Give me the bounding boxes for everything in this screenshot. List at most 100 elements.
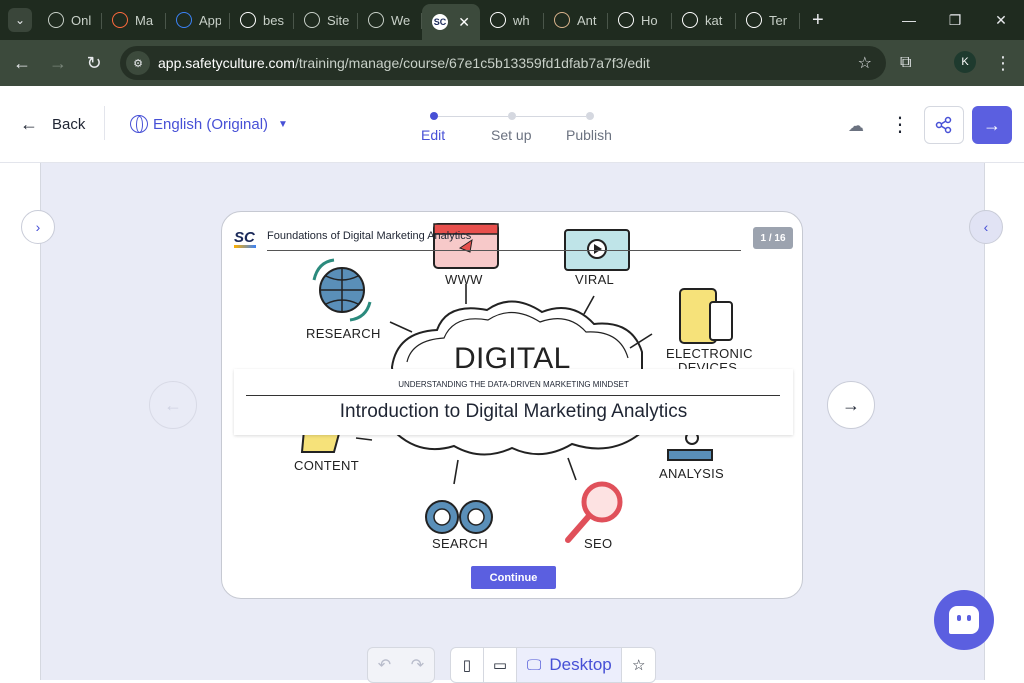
desktop-preview-button[interactable]: 🖵 Desktop xyxy=(517,648,623,682)
browser-tab[interactable]: We xyxy=(358,4,422,36)
page-indicator-badge: 1 / 16 xyxy=(753,227,793,249)
arrow-right-icon: → xyxy=(983,114,1001,135)
previous-slide-button[interactable]: ← xyxy=(149,381,197,429)
tab-title: Ant xyxy=(577,12,597,28)
editor-header: ← Back English (Original) ▼ Edit Set up … xyxy=(0,86,1024,163)
browser-tab[interactable]: SC ✕ xyxy=(422,4,480,40)
undo-redo-group: ↶ ↷ xyxy=(367,647,435,683)
browser-tab[interactable]: Ma xyxy=(102,4,166,36)
step-dot-edit xyxy=(430,112,438,120)
browser-tab[interactable]: App xyxy=(166,4,230,36)
phone-icon: ▯ xyxy=(462,657,471,674)
minimize-button[interactable]: — xyxy=(886,0,932,40)
arrow-left-icon: ← xyxy=(20,114,38,134)
illustration-label: ANALYSIS xyxy=(659,466,725,481)
maximize-button[interactable]: ❐ xyxy=(932,0,978,40)
tab-search-button[interactable]: ⌄ xyxy=(8,8,32,32)
step-dot-publish xyxy=(586,112,594,120)
slide-preview-card[interactable]: WWW VIRAL RESEARCH ELECTRONIC DEVICES DI… xyxy=(221,211,803,599)
browser-tab[interactable]: Ho xyxy=(608,4,672,36)
illustration-label: ELECTRONIC xyxy=(666,346,753,361)
more-options-icon[interactable]: ⋮ xyxy=(890,112,910,137)
browser-tab[interactable]: bes xyxy=(230,4,294,36)
tab-title: Ter xyxy=(769,12,788,28)
profile-avatar[interactable]: K xyxy=(954,51,976,73)
redo-button[interactable]: ↷ xyxy=(401,648,434,682)
tab-title: wh xyxy=(513,12,530,28)
mobile-preview-button[interactable]: ▯ xyxy=(451,648,484,682)
course-title: Foundations of Digital Marketing Analyti… xyxy=(267,230,472,242)
arrow-right-icon: → xyxy=(842,394,860,415)
expand-left-panel-button[interactable]: › xyxy=(21,210,55,244)
illustration-label: VIRAL xyxy=(575,272,615,287)
share-button[interactable] xyxy=(924,106,964,144)
google-favicon-icon xyxy=(490,12,506,28)
expand-right-panel-button[interactable]: ‹ xyxy=(969,210,1003,244)
device-preview-group: ▯ ▭ 🖵 Desktop ☆ xyxy=(450,647,656,683)
browser-tab[interactable]: wh xyxy=(480,4,544,36)
language-selector[interactable]: English (Original) ▼ xyxy=(130,115,288,133)
step-publish[interactable]: Publish xyxy=(566,127,612,143)
cloud-saved-icon: ☁ xyxy=(848,118,864,135)
header-rule xyxy=(267,250,741,251)
browser-tab[interactable]: kat xyxy=(672,4,736,36)
browser-forward-button[interactable]: → xyxy=(42,47,74,79)
tab-title: Site xyxy=(327,12,349,28)
step-setup[interactable]: Set up xyxy=(491,127,531,143)
browser-tab[interactable]: Ant xyxy=(544,4,608,36)
tab-list: Onl Ma App bes Site We SC ✕ wh Ant Ho kat Ter xyxy=(38,0,800,40)
chat-assistant-button[interactable] xyxy=(934,590,994,650)
tab-separator xyxy=(799,13,800,29)
new-tab-button[interactable]: + xyxy=(812,9,832,32)
browser-tab-strip: ⌄ Onl Ma App bes Site We SC ✕ wh Ant Ho kat Ter + — … xyxy=(0,0,1024,40)
next-slide-button[interactable]: → xyxy=(827,381,875,429)
close-tab-icon[interactable]: ✕ xyxy=(458,14,470,31)
safetyculture-logo: SC xyxy=(234,229,256,248)
share-icon xyxy=(935,116,952,134)
chat-bot-icon xyxy=(949,606,979,634)
favorite-button[interactable]: ☆ xyxy=(622,648,655,682)
slide-title-box[interactable]: UNDERSTANDING THE DATA-DRIVEN MARKETING … xyxy=(234,369,793,435)
back-button[interactable]: ← Back xyxy=(20,114,85,135)
tab-title: kat xyxy=(705,12,723,28)
globe-icon xyxy=(130,115,148,133)
title-rule xyxy=(246,395,780,396)
close-window-button[interactable]: ✕ xyxy=(978,0,1024,40)
illustration-label: WWW xyxy=(445,272,483,287)
step-edit[interactable]: Edit xyxy=(421,127,445,143)
illustration-label: SEO xyxy=(584,536,613,551)
browser-tab[interactable]: Ter xyxy=(736,4,800,36)
browser-tab[interactable]: Site xyxy=(294,4,358,36)
tab-title: Ho xyxy=(641,12,658,28)
google-favicon-icon xyxy=(240,12,256,28)
continue-header-button[interactable]: → xyxy=(972,106,1012,144)
tablet-icon: ▭ xyxy=(492,657,508,674)
url-text[interactable]: app.safetyculture.com/training/manage/co… xyxy=(158,55,650,71)
star-icon: ☆ xyxy=(631,657,646,674)
butterfly-favicon-icon xyxy=(176,12,192,28)
tab-title: Onl xyxy=(71,12,92,28)
make-favicon-icon xyxy=(112,12,128,28)
safetyculture-favicon-icon xyxy=(746,12,762,28)
progress-stepper: Edit Set up Publish xyxy=(420,106,620,146)
extensions-icon[interactable]: ⧉ xyxy=(900,54,911,72)
redo-icon: ↷ xyxy=(410,657,425,674)
header-divider xyxy=(104,106,105,140)
monitor-icon: 🖵 xyxy=(526,656,542,674)
undo-icon: ↶ xyxy=(377,657,392,674)
browser-back-button[interactable]: ← xyxy=(6,47,38,79)
illustration-label: CONTENT xyxy=(294,458,359,473)
site-settings-icon[interactable]: ⚙ xyxy=(126,51,150,75)
tab-title: Ma xyxy=(135,12,154,28)
undo-button[interactable]: ↶ xyxy=(368,648,401,682)
tablet-preview-button[interactable]: ▭ xyxy=(484,648,518,682)
browser-tab[interactable]: Onl xyxy=(38,4,102,36)
step-connector xyxy=(516,116,586,117)
reload-button[interactable]: ↻ xyxy=(78,47,110,79)
bookmark-star-icon[interactable]: ☆ xyxy=(858,53,872,73)
slide-kicker: UNDERSTANDING THE DATA-DRIVEN MARKETING … xyxy=(398,380,629,389)
browser-menu-icon[interactable]: ⋮ xyxy=(994,53,1012,74)
tab-title: bes xyxy=(263,12,284,28)
address-bar[interactable]: ⚙ app.safetyculture.com/training/manage/… xyxy=(120,46,886,80)
continue-button[interactable]: Continue xyxy=(471,566,556,589)
